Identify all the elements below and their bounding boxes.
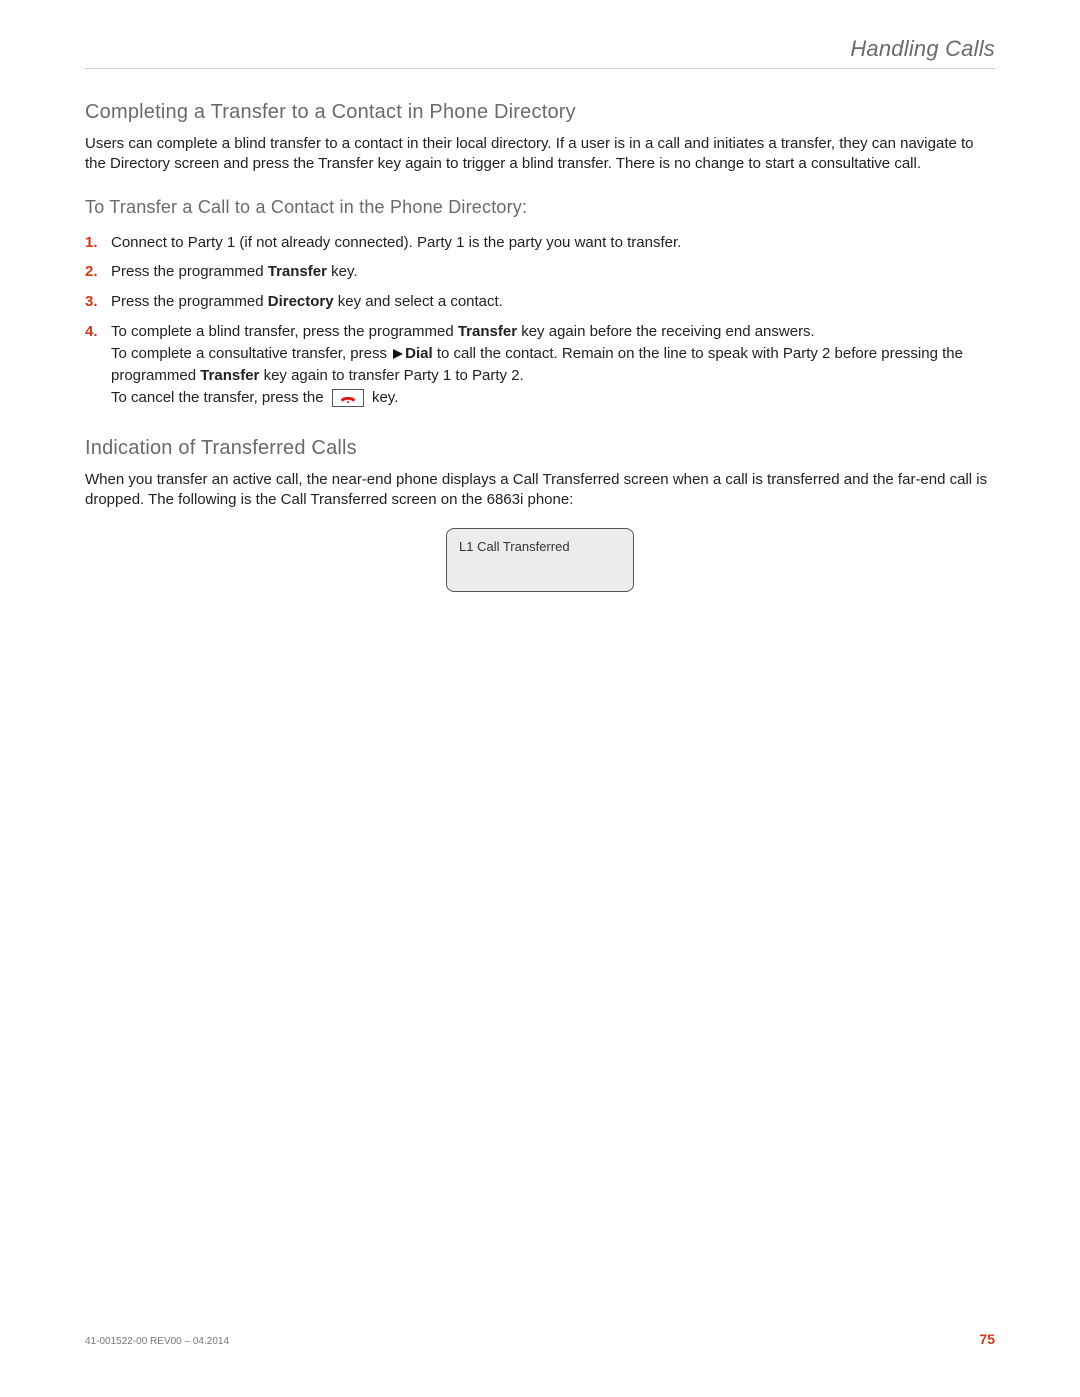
step-number: 2. — [85, 261, 98, 283]
doc-id: 41-001522-00 REV00 – 04.2014 — [85, 1336, 229, 1347]
step-3: 3. Press the programmed Directory key an… — [85, 287, 995, 317]
step-1: 1. Connect to Party 1 (if not already co… — [85, 228, 995, 258]
key-name-transfer: Transfer — [268, 263, 327, 280]
document-page: Handling Calls Completing a Transfer to … — [0, 0, 1080, 1397]
key-name-directory: Directory — [268, 293, 334, 310]
running-header: Handling Calls — [85, 36, 995, 69]
text-fragment: key. — [327, 263, 358, 280]
page-footer: 41-001522-00 REV00 – 04.2014 75 — [85, 1331, 995, 1347]
procedure-heading: To Transfer a Call to a Contact in the P… — [85, 197, 995, 218]
key-name-dial: Dial — [405, 345, 433, 362]
text-fragment: programmed — [179, 263, 268, 280]
step-2: 2. Press the programmed Transfer key. — [85, 257, 995, 287]
text-fragment: key again before the receiving end answe… — [517, 323, 815, 340]
section-heading-transfer: Completing a Transfer to a Contact in Ph… — [85, 101, 995, 124]
phone-screen-text: L1 Call Transferred — [459, 539, 570, 554]
text-fragment: key. — [368, 389, 399, 406]
phone-screen-figure: L1 Call Transferred — [446, 528, 634, 592]
text-fragment: To complete a blind transfer, press the … — [111, 323, 458, 340]
text-fragment: To cancel the transfer, press the — [111, 389, 328, 406]
step-number: 4. — [85, 321, 98, 343]
section-intro-indication: When you transfer an active call, the ne… — [85, 470, 995, 511]
hangup-icon — [332, 389, 364, 407]
text-fragment: Press the — [111, 263, 179, 280]
text-fragment: key and select a contact. — [334, 293, 503, 310]
page-number: 75 — [979, 1331, 995, 1347]
text-fragment: Press the programmed — [111, 293, 268, 310]
step-text: Connect to Party 1 (if not already conne… — [111, 234, 681, 251]
key-name-transfer: Transfer — [458, 323, 517, 340]
text-fragment: key again to transfer Party 1 to Party 2… — [259, 367, 523, 384]
section-heading-indication: Indication of Transferred Calls — [85, 437, 995, 460]
section-intro-transfer: Users can complete a blind transfer to a… — [85, 134, 995, 175]
procedure-steps: 1. Connect to Party 1 (if not already co… — [85, 228, 995, 413]
step-number: 3. — [85, 291, 98, 313]
step-text: Press the programmed Transfer key. — [111, 263, 358, 280]
step-number: 1. — [85, 232, 98, 254]
step-text: To complete a blind transfer, press the … — [111, 323, 963, 406]
text-fragment: To complete a consultative transfer, pre… — [111, 345, 391, 362]
key-name-transfer: Transfer — [200, 367, 259, 384]
play-icon — [393, 344, 403, 366]
step-text: Press the programmed Directory key and s… — [111, 293, 503, 310]
step-4: 4. To complete a blind transfer, press t… — [85, 317, 995, 413]
